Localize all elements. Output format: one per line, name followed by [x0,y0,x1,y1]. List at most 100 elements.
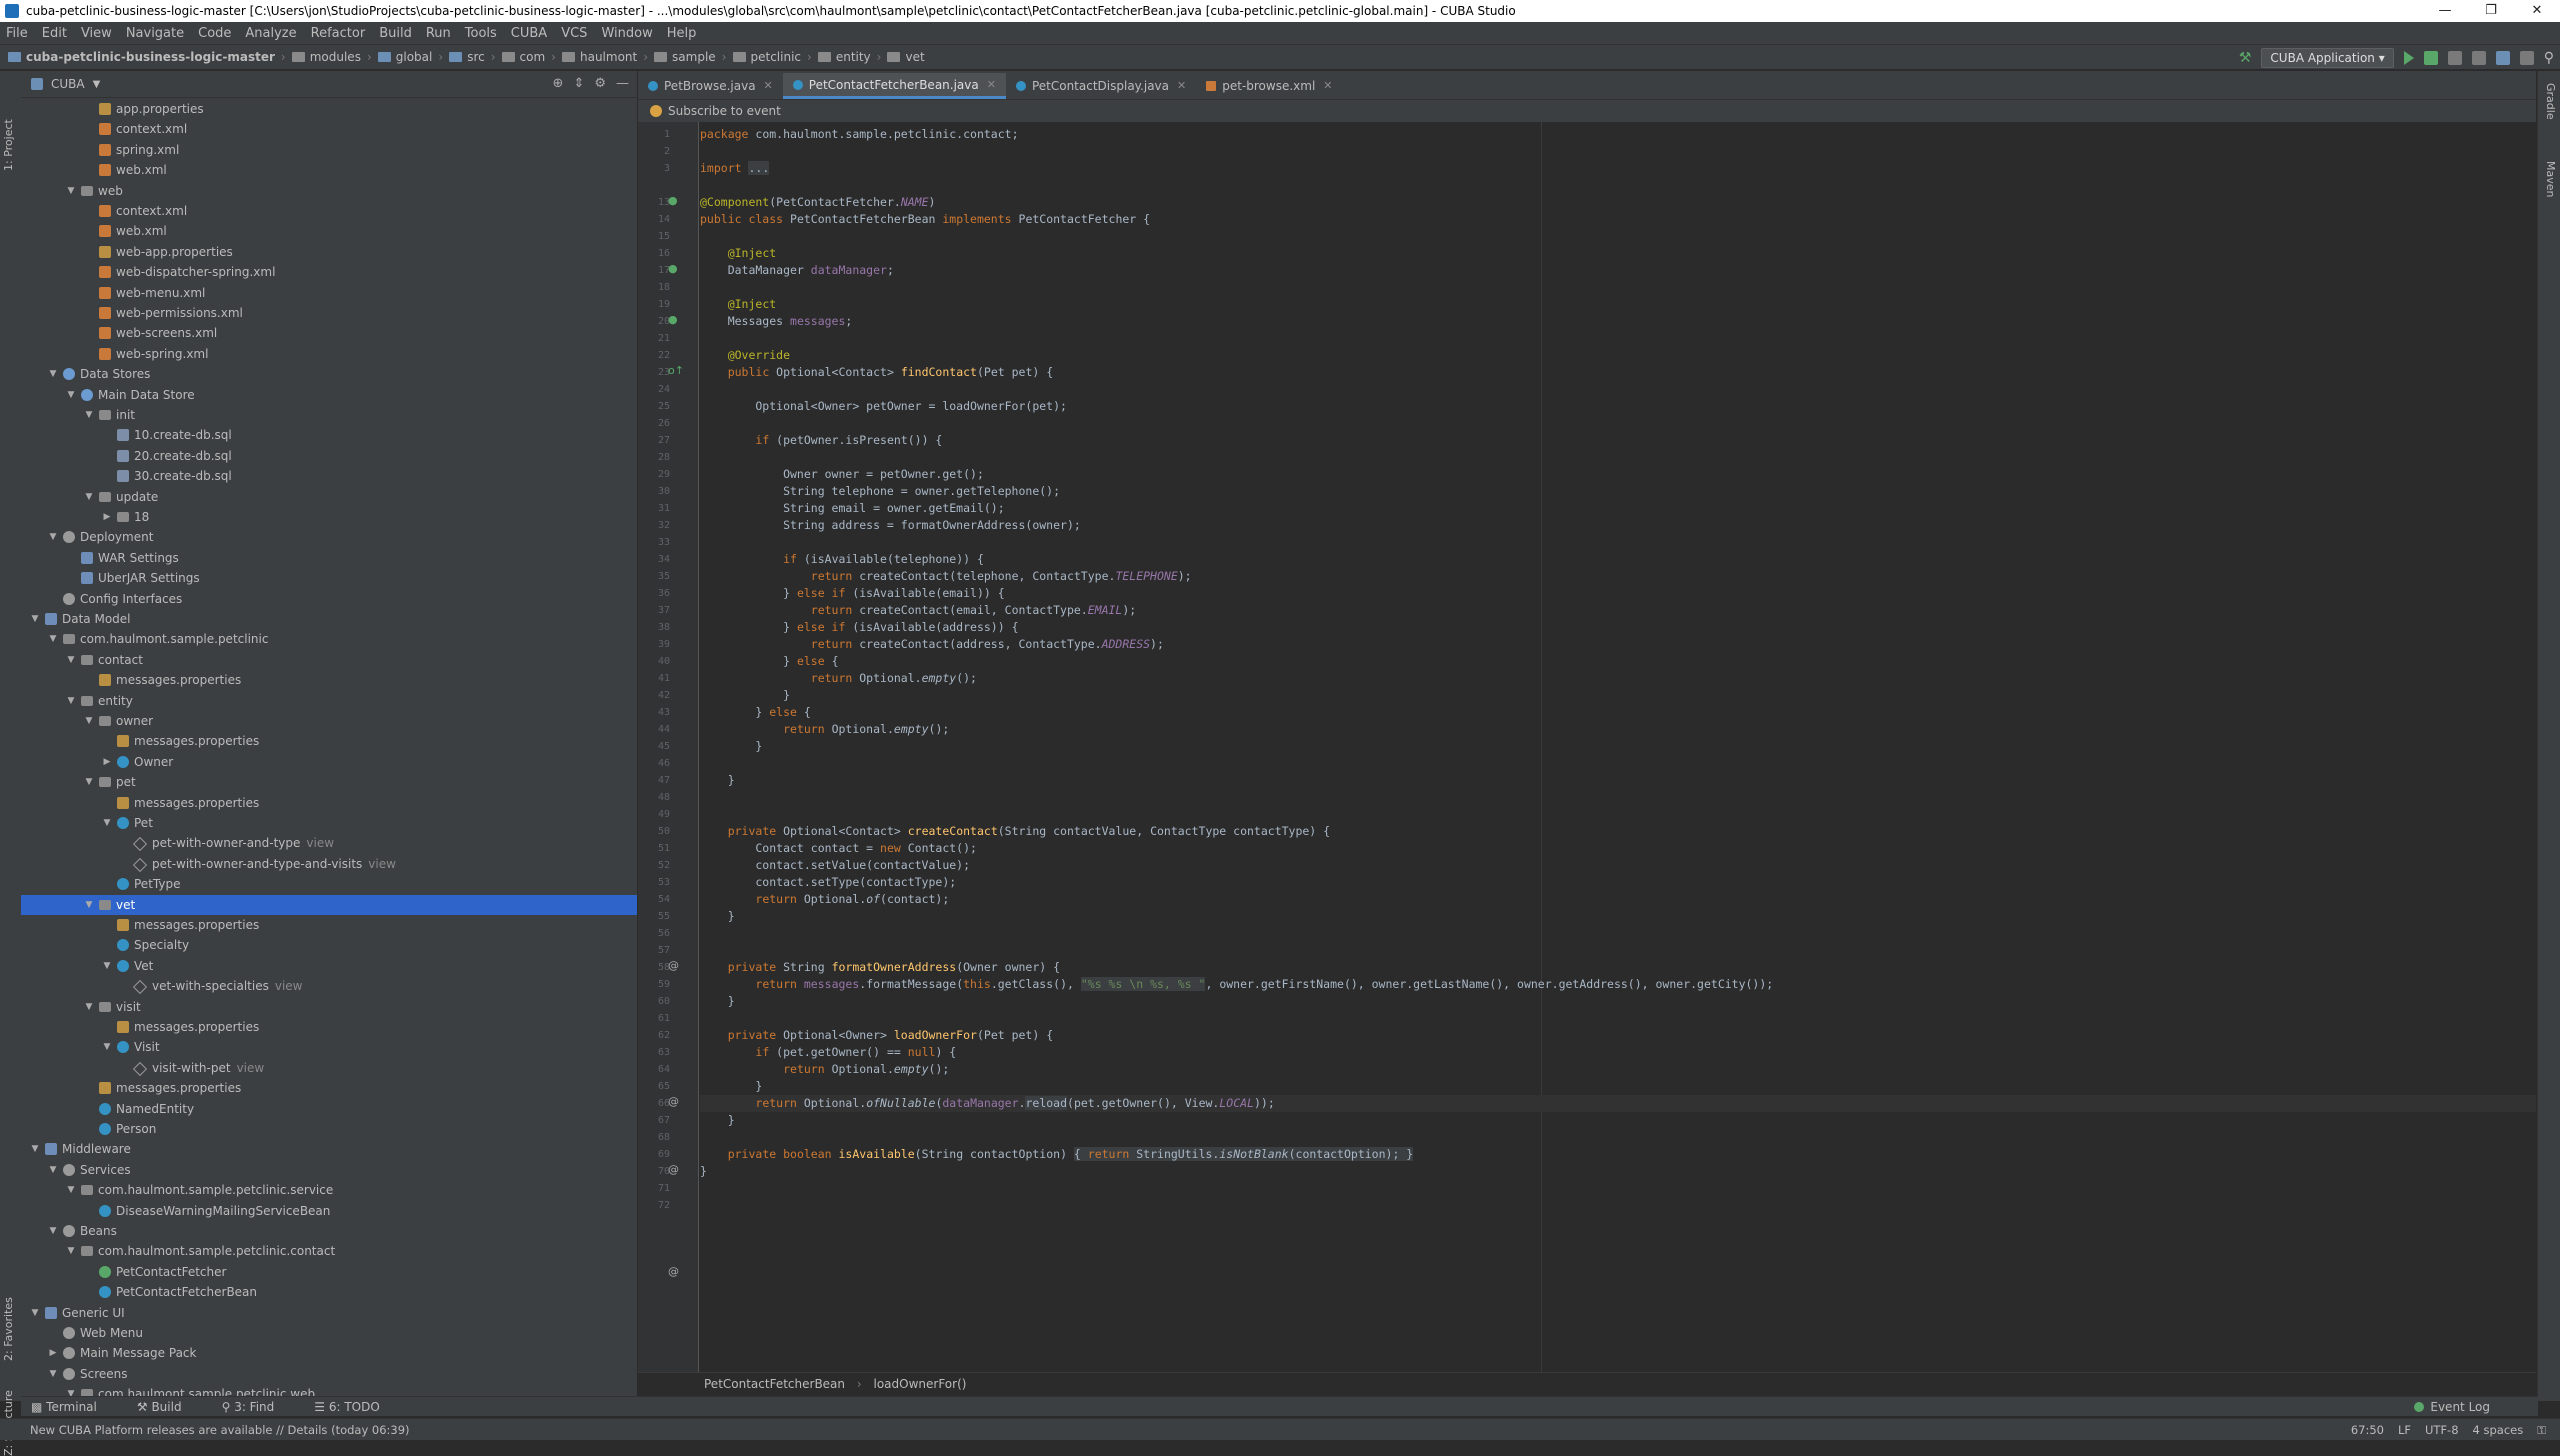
layout-icon[interactable] [2519,51,2534,65]
menu-window[interactable]: Window [601,26,652,41]
breadcrumb-item[interactable]: src › [449,50,496,64]
tree-node[interactable]: ▼ com.haulmont.sample.petclinic.service [21,1180,637,1200]
tree-node[interactable]: ▼ owner [21,711,637,731]
project-view-select[interactable]: CUBA [51,77,85,91]
maven-tool-tab[interactable]: Maven [2541,161,2557,221]
tree-node[interactable]: ▼ pet [21,772,637,792]
close-tab-icon[interactable]: ✕ [1323,73,1332,99]
debug-icon[interactable] [2423,51,2438,65]
tree-node[interactable]: ▼ Data Model [21,609,637,629]
close-tab-icon[interactable]: ✕ [987,72,996,98]
tree-node[interactable]: context.xml [21,119,637,139]
editor-tab[interactable]: PetContactDisplay.java ✕ [1006,73,1196,99]
menu-edit[interactable]: Edit [42,26,67,41]
chevron-down-icon[interactable]: ▼ [65,181,77,201]
tree-node[interactable]: ▼ Beans [21,1221,637,1241]
annotation-icon[interactable]: @ [668,1095,679,1108]
stop-icon[interactable] [2471,51,2486,65]
breadcrumb-item[interactable]: modules › [291,50,372,64]
chevron-down-icon[interactable]: ▼ [47,527,59,547]
chevron-down-icon[interactable]: ▼ [47,1160,59,1180]
tree-node[interactable]: Person [21,1119,637,1139]
breadcrumb-item[interactable]: com › [501,50,556,64]
event-log-tab[interactable]: Event Log [2414,1397,2510,1417]
coverage-icon[interactable] [2447,51,2462,65]
run-icon[interactable] [2403,51,2414,65]
tree-node[interactable]: ▼ Visit [21,1037,637,1057]
tree-node[interactable]: ▼ Pet [21,813,637,833]
build-tab[interactable]: ⚒ Build [137,1397,202,1417]
bean-icon[interactable]: ● [668,262,678,275]
tree-node[interactable]: ▼ Deployment [21,527,637,547]
menu-help[interactable]: Help [667,26,697,41]
tree-node[interactable]: 10.create-db.sql [21,425,637,445]
bean-icon[interactable]: ● [668,313,678,326]
tree-node[interactable]: spring.xml [21,140,637,160]
gear-icon[interactable]: ⚙ [594,76,606,91]
close-tab-icon[interactable]: ✕ [764,73,773,99]
todo-tab[interactable]: ☰ 6: TODO [314,1397,400,1417]
menu-view[interactable]: View [81,26,112,41]
close-tab-icon[interactable]: ✕ [1177,73,1186,99]
menu-cuba[interactable]: CUBA [511,26,547,41]
breadcrumb-class[interactable]: PetContactFetcherBean [704,1377,845,1391]
menu-vcs[interactable]: VCS [561,26,587,41]
annotation-icon[interactable]: @ [668,1265,679,1278]
tree-node[interactable]: ▼ Middleware [21,1139,637,1159]
tree-node[interactable]: PetType [21,874,637,894]
tree-node[interactable]: messages.properties [21,670,637,690]
tree-node[interactable]: ▼ update [21,487,637,507]
tree-node[interactable]: ▼ com.haulmont.sample.petclinic [21,629,637,649]
chevron-down-icon[interactable]: ▼ [83,487,95,507]
breadcrumb-method[interactable]: loadOwnerFor() [873,1377,966,1391]
tree-node[interactable]: ▼ Vet [21,956,637,976]
chevron-down-icon[interactable]: ▼ [29,609,41,629]
menu-tools[interactable]: Tools [465,26,497,41]
chevron-down-icon[interactable]: ▼ [101,1037,113,1057]
gradle-tool-tab[interactable]: Gradle [2541,83,2557,143]
file-encoding[interactable]: UTF-8 [2425,1419,2459,1441]
tree-node[interactable]: Web Menu [21,1323,637,1343]
tree-node[interactable]: pet-with-owner-and-type-and-visits view [21,854,637,874]
chevron-down-icon[interactable]: ▼ [47,364,59,384]
tree-node[interactable]: web-spring.xml [21,344,637,364]
tree-node[interactable]: messages.properties [21,915,637,935]
tree-node[interactable]: messages.properties [21,1017,637,1037]
tree-node[interactable]: ▼ entity [21,691,637,711]
breadcrumb-item[interactable]: haulmont › [561,50,648,64]
tree-node[interactable]: PetContactFetcher [21,1262,637,1282]
tree-node[interactable]: ▶ 18 [21,507,637,527]
breadcrumb-item[interactable]: cuba-petclinic-business-logic-master › [8,50,286,64]
find-tab[interactable]: ⚲ 3: Find [222,1397,295,1417]
breadcrumb-item[interactable]: entity › [817,50,881,64]
tree-node[interactable]: 30.create-db.sql [21,466,637,486]
tree-node[interactable]: ▶ Owner [21,752,637,772]
breadcrumb-item[interactable]: vet [887,50,925,64]
menu-navigate[interactable]: Navigate [126,26,184,41]
tree-node[interactable]: context.xml [21,201,637,221]
caret-position[interactable]: 67:50 [2351,1419,2384,1441]
terminal-tab[interactable]: ▩ Terminal [31,1397,117,1417]
breadcrumb-item[interactable]: petclinic › [732,50,812,64]
chevron-down-icon[interactable]: ▼ [65,691,77,711]
indent-setting[interactable]: 4 spaces [2473,1419,2524,1441]
status-message[interactable]: New CUBA Platform releases are available… [30,1423,410,1437]
tree-node[interactable]: WAR Settings [21,548,637,568]
tree-node[interactable]: ▼ contact [21,650,637,670]
favorites-tool-tab[interactable]: 2: Favorites [2,1281,18,1361]
tree-node[interactable]: ▼ vet [21,894,637,915]
search-icon[interactable]: ⚲ [2544,50,2554,66]
bean-icon[interactable]: ● [668,194,678,207]
chevron-down-icon[interactable]: ▼ [83,405,95,425]
tree-node[interactable]: messages.properties [21,793,637,813]
chevron-right-icon[interactable]: ▶ [101,752,113,772]
chevron-down-icon[interactable]: ▼ [83,711,95,731]
project-structure-icon[interactable] [2495,51,2510,65]
chevron-down-icon[interactable]: ▼ [83,895,95,915]
chevron-down-icon[interactable]: ▼ [65,650,77,670]
tree-node[interactable]: Specialty [21,935,637,955]
tree-node[interactable]: web-dispatcher-spring.xml [21,262,637,282]
collapse-all-icon[interactable]: ⇕ [573,76,584,91]
close-button[interactable]: ✕ [2514,0,2560,22]
editor-notice[interactable]: Subscribe to event [638,100,2536,122]
